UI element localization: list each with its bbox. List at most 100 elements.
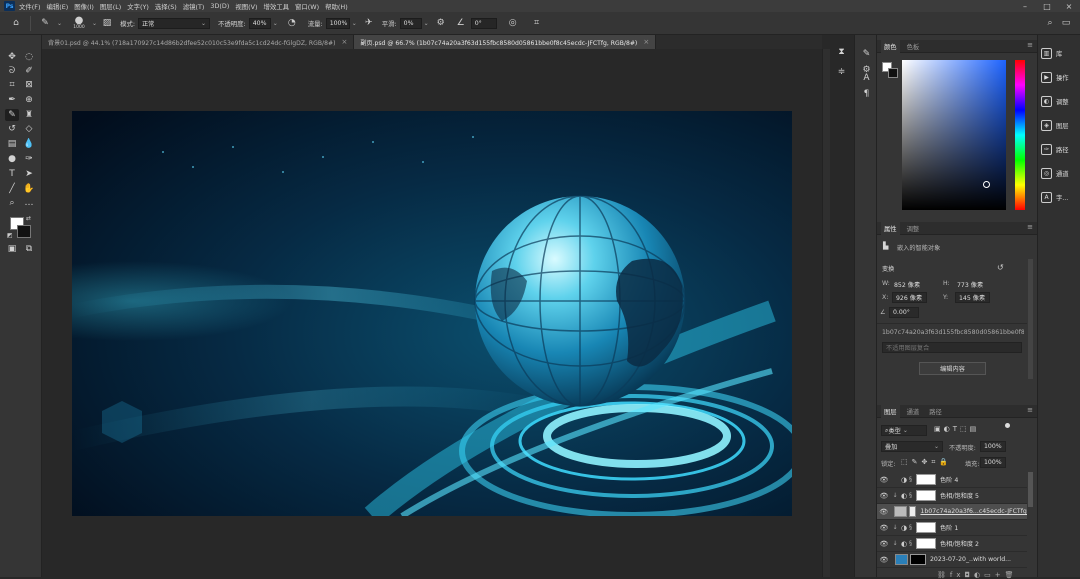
tab-layers[interactable]: 图层 bbox=[881, 404, 900, 418]
y-input[interactable]: 145 像素 bbox=[955, 292, 990, 303]
dock-channels[interactable]: ◎ 通道 bbox=[1041, 165, 1079, 181]
path-select-tool-icon[interactable]: ➤ bbox=[22, 168, 36, 180]
dock-paths[interactable]: ✑ 路径 bbox=[1041, 141, 1079, 157]
brush-tool-icon[interactable]: ✎ bbox=[5, 109, 19, 121]
close-icon[interactable]: × bbox=[643, 38, 649, 46]
menu-file[interactable]: 文件(F) bbox=[19, 2, 40, 11]
history-panel-icon[interactable]: ⧗ bbox=[834, 45, 849, 58]
dock-adjustments[interactable]: ◐ 调整 bbox=[1041, 93, 1079, 109]
blend-mode-select[interactable]: 叠加 ⌄ bbox=[881, 441, 943, 452]
pen-tool-icon[interactable]: ✑ bbox=[22, 153, 36, 165]
layer-name[interactable]: 1b07c74a20a3f6...c45ecdc-JFCTfg... bbox=[920, 508, 1027, 515]
character-panel-icon[interactable]: A bbox=[859, 71, 874, 84]
layer-row[interactable]: 👁 2023-07-20_..with world... bbox=[877, 552, 1027, 568]
hue-slider[interactable] bbox=[1015, 60, 1025, 210]
menu-select[interactable]: 选择(S) bbox=[155, 2, 177, 11]
menu-edit[interactable]: 编辑(E) bbox=[46, 2, 68, 11]
dock-layers[interactable]: ◈ 图层 bbox=[1041, 117, 1079, 133]
layer-row[interactable]: 👁 ↓ ◐ § 色相/饱和度 5 bbox=[877, 488, 1027, 504]
layer-mask-thumbnail[interactable] bbox=[916, 538, 936, 549]
tab-paths[interactable]: 路径 bbox=[926, 405, 945, 418]
eye-icon[interactable]: 👁 bbox=[877, 540, 891, 548]
layer-row-selected[interactable]: 👁 1b07c74a20a3f6...c45ecdc-JFCTfg... bbox=[877, 504, 1027, 520]
eye-icon[interactable]: 👁 bbox=[877, 524, 891, 532]
close-icon[interactable]: × bbox=[341, 38, 347, 46]
lock-icons[interactable]: ⬚✎✥⌗🔒 bbox=[901, 458, 952, 467]
menu-type[interactable]: 文字(Y) bbox=[127, 2, 149, 11]
maximize-icon[interactable]: □ bbox=[1036, 0, 1058, 12]
layer-name[interactable]: 色阶 1 bbox=[940, 523, 958, 532]
brush-angle-input[interactable]: 0° bbox=[470, 17, 497, 29]
workspace-icon[interactable]: ▭ bbox=[1058, 15, 1074, 31]
panel-menu-icon[interactable]: ≡ bbox=[1027, 406, 1033, 414]
layer-filter-select[interactable]: ⌕ 类型 ⌄ bbox=[881, 425, 927, 436]
tab-channels[interactable]: 通道 bbox=[904, 405, 923, 418]
layer-row[interactable]: 👁 ↓ ◑ § 色阶 1 bbox=[877, 520, 1027, 536]
vertical-scrollbar[interactable] bbox=[822, 49, 830, 577]
chevron-down-icon[interactable]: ⌄ bbox=[57, 20, 62, 27]
mode-select[interactable]: 正常 ⌄ bbox=[138, 17, 210, 29]
gear-icon[interactable]: ⚙ bbox=[433, 15, 449, 31]
layers-scrollbar[interactable] bbox=[1028, 472, 1033, 507]
properties-scrollbar[interactable] bbox=[1028, 259, 1033, 379]
layer-mask-thumbnail[interactable] bbox=[910, 554, 926, 565]
more-tools-icon[interactable]: … bbox=[22, 197, 36, 209]
layer-mask-thumbnail[interactable] bbox=[916, 522, 936, 533]
airbrush-icon[interactable]: ✈ bbox=[361, 15, 377, 31]
eye-icon[interactable]: 👁 bbox=[877, 508, 890, 516]
panel-menu-icon[interactable]: ≡ bbox=[1027, 223, 1033, 231]
layer-mask-thumbnail[interactable] bbox=[916, 474, 936, 485]
symmetry-icon[interactable]: ⌗ bbox=[529, 15, 545, 31]
flow-input[interactable]: 100% bbox=[325, 17, 350, 29]
dock-libraries[interactable]: ▥ 库 bbox=[1041, 45, 1079, 61]
line-tool-icon[interactable]: ╱ bbox=[5, 183, 19, 195]
tab-color[interactable]: 颜色 bbox=[881, 39, 900, 53]
filter-toggle-icon[interactable] bbox=[1005, 423, 1010, 428]
close-window-icon[interactable]: × bbox=[1058, 0, 1080, 12]
background-color-swatch[interactable] bbox=[888, 68, 898, 78]
brush-preset-picker[interactable]: ● 1000 bbox=[70, 15, 88, 31]
menu-layer[interactable]: 图层(L) bbox=[100, 2, 121, 11]
document-canvas[interactable] bbox=[72, 111, 792, 516]
menu-window[interactable]: 窗口(W) bbox=[295, 2, 319, 11]
image-layer-thumbnail[interactable] bbox=[895, 554, 908, 565]
pressure-size-icon[interactable]: ◎ bbox=[505, 15, 521, 31]
eyedropper-tool-icon[interactable]: ✒ bbox=[5, 94, 19, 106]
eye-icon[interactable]: 👁 bbox=[877, 556, 891, 564]
layer-name[interactable]: 色阶 4 bbox=[940, 475, 958, 484]
layer-comp-select[interactable]: 不适用图层复合 bbox=[882, 342, 1022, 353]
type-tool-icon[interactable]: T bbox=[5, 168, 19, 180]
gradient-tool-icon[interactable]: ▤ bbox=[5, 138, 19, 150]
reset-transform-icon[interactable]: ↺ bbox=[997, 263, 1004, 272]
menu-plugins[interactable]: 增效工具 bbox=[263, 2, 289, 11]
quick-mask-icon[interactable]: ▣ bbox=[5, 243, 19, 255]
smart-object-thumbnail[interactable] bbox=[894, 506, 907, 517]
move-tool-icon[interactable]: ✥ bbox=[5, 51, 19, 63]
brush-panel-icon[interactable]: ✎ bbox=[859, 47, 874, 60]
properties-panel-icon[interactable]: ≑ bbox=[834, 65, 849, 78]
brush-settings-icon[interactable]: ▨ bbox=[99, 15, 115, 31]
angle-input[interactable]: 0.00° bbox=[889, 307, 919, 318]
minimize-icon[interactable]: – bbox=[1014, 0, 1036, 12]
frame-tool-icon[interactable]: ⊠ bbox=[22, 79, 36, 91]
menu-filter[interactable]: 滤镜(T) bbox=[183, 2, 205, 11]
dock-actions[interactable]: ▶ 操作 bbox=[1041, 69, 1079, 85]
layer-mask-thumbnail[interactable] bbox=[916, 490, 936, 501]
layers-footer-icons[interactable]: ⛓fx◘◐▭+🗑 bbox=[937, 571, 1018, 579]
marquee-tool-icon[interactable]: ◌ bbox=[22, 51, 36, 63]
background-color-swatch[interactable] bbox=[17, 225, 31, 238]
hand-tool-icon[interactable]: ✋ bbox=[22, 183, 36, 195]
clone-stamp-tool-icon[interactable]: ♜ bbox=[22, 109, 36, 121]
quick-select-tool-icon[interactable]: ✐ bbox=[22, 65, 36, 77]
document-tab-1[interactable]: 背景01.psd @ 44.1% (718a170927c14d86b2dfee… bbox=[42, 35, 355, 49]
swap-colors-icon[interactable]: ⇄ bbox=[26, 215, 31, 222]
brush-tool-icon[interactable]: ✎ bbox=[37, 15, 53, 31]
blur-tool-icon[interactable]: 💧 bbox=[22, 138, 36, 150]
document-tab-2[interactable]: 副页.psd @ 66.7% (1b07c74a20a3f63d155fbc85… bbox=[354, 35, 657, 49]
menu-help[interactable]: 帮助(H) bbox=[325, 2, 348, 11]
zoom-tool-icon[interactable]: ⌕ bbox=[5, 197, 19, 209]
chevron-down-icon[interactable]: ⌄ bbox=[424, 20, 429, 27]
menu-3d[interactable]: 3D(D) bbox=[210, 2, 229, 10]
layer-row[interactable]: 👁 ◑ § 色阶 4 bbox=[877, 472, 1027, 488]
paragraph-panel-icon[interactable]: ¶ bbox=[859, 87, 874, 100]
